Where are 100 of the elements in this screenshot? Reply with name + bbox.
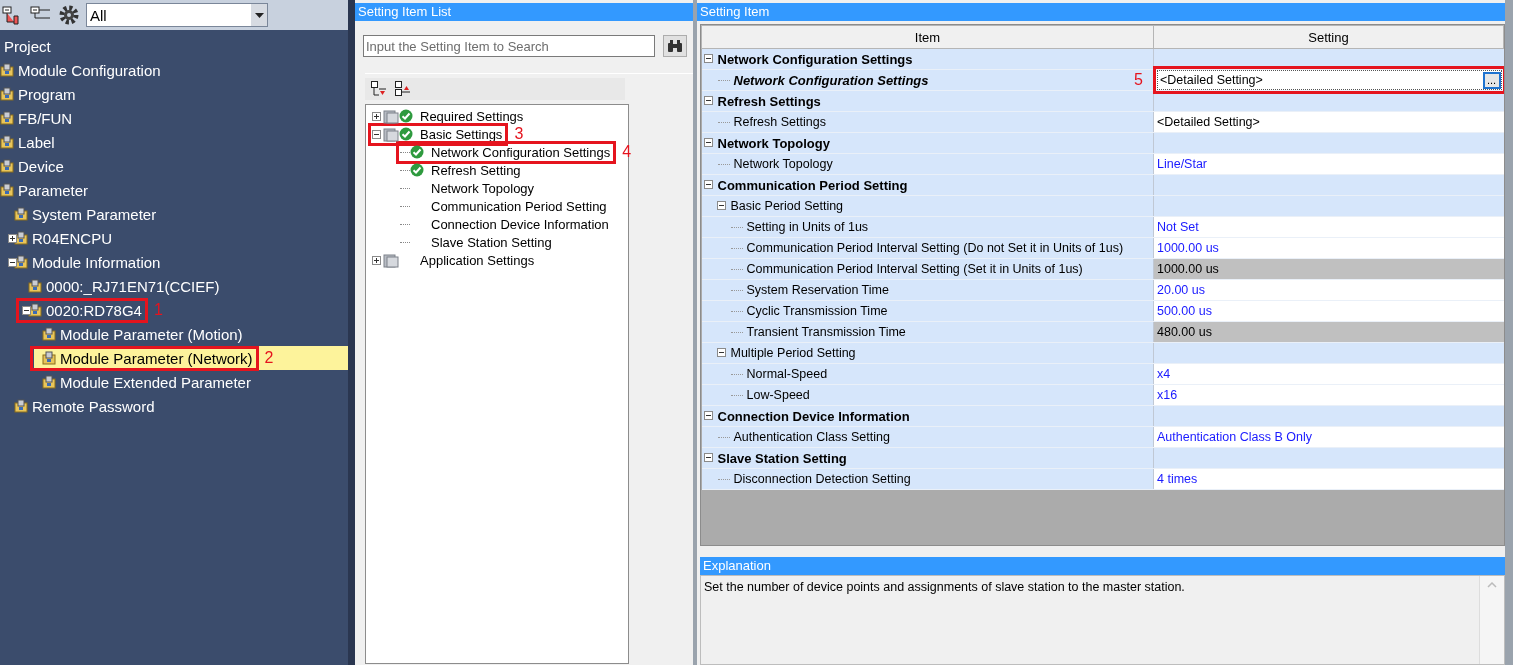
item-label: Cyclic Transmission Time	[746, 304, 888, 318]
setting-value[interactable]: 480.00 us	[1157, 325, 1212, 339]
setting-value[interactable]: Line/Star	[1157, 157, 1208, 171]
tree-item[interactable]: 0000:_RJ71EN71(CCIEF)	[44, 277, 222, 295]
tree-item[interactable]: Project	[2, 37, 53, 55]
annotation-number: 2	[264, 349, 274, 367]
collapse-icon[interactable]	[703, 96, 713, 105]
expand-icon[interactable]	[372, 255, 381, 265]
module-icon	[42, 327, 56, 341]
tree-item[interactable]: Remote Password	[30, 397, 157, 415]
tree-item[interactable]: Refresh Setting	[429, 162, 523, 178]
tree-item[interactable]: Network Configuration Settings	[429, 144, 613, 160]
module-icon	[0, 87, 14, 101]
collapse-icon[interactable]	[716, 348, 726, 357]
tree-item[interactable]: Slave Station Setting	[429, 234, 554, 250]
module-icon	[28, 279, 42, 293]
tree-item[interactable]: 0020:RD78G4	[44, 301, 144, 319]
search-field[interactable]: Input the Setting Item to Search	[363, 35, 655, 57]
tree-item[interactable]: Module Parameter (Network)	[58, 349, 255, 367]
tree-item[interactable]: R04ENCPU	[30, 229, 115, 247]
item-label: Connection Device Information	[717, 408, 910, 424]
tree-item[interactable]: FB/FUN	[16, 109, 75, 127]
binoculars-icon	[667, 39, 683, 53]
panel-title: Explanation	[700, 557, 1505, 575]
collapse-icon[interactable]	[703, 54, 713, 63]
module-icon	[14, 255, 28, 269]
tree-item[interactable]: Module Parameter (Motion)	[58, 325, 245, 343]
item-label: Refresh Settings	[717, 93, 821, 109]
filter-dropdown[interactable]: All	[86, 3, 268, 27]
setting-value[interactable]: 500.00 us	[1157, 304, 1212, 318]
panel-title: Setting Item	[697, 3, 1505, 21]
tree-item[interactable]: Connection Device Information	[429, 216, 611, 232]
setting-value[interactable]: 1000.00 us	[1157, 262, 1219, 276]
column-header: Setting	[1153, 25, 1504, 49]
settings-icon[interactable]	[58, 4, 80, 26]
expand-icon[interactable]	[8, 233, 17, 243]
module-icon	[0, 63, 14, 77]
item-label: Network Topology	[717, 135, 830, 151]
column-header: Item	[701, 25, 1154, 49]
setting-value[interactable]: 4 times	[1157, 472, 1198, 486]
explanation-text: Set the number of device points and assignments of slave station to the master station.	[704, 580, 1186, 596]
expand-all-icon[interactable]	[395, 81, 411, 97]
item-label: Authentication Class Setting	[733, 430, 890, 444]
setting-value[interactable]: <Detailed Setting>	[1157, 115, 1260, 129]
tree-item[interactable]: Application Settings	[418, 252, 537, 268]
collapse-icon[interactable]	[716, 201, 726, 210]
tree-item[interactable]: Device	[16, 157, 66, 175]
item-label: Setting in Units of 1us	[746, 220, 869, 234]
collapse-icon[interactable]	[703, 180, 713, 189]
item-label: Normal-Speed	[746, 367, 828, 381]
panel-title: Setting Item List	[355, 3, 693, 21]
setting-value[interactable]: 20.00 us	[1157, 283, 1205, 297]
tree-item[interactable]: Parameter	[16, 181, 91, 199]
tree-item[interactable]: Program	[16, 85, 78, 103]
item-label: Basic Period Setting	[730, 199, 844, 213]
annotation-number: 1	[153, 301, 163, 319]
tree-item[interactable]: Communication Period Setting	[429, 198, 609, 214]
module-icon	[14, 231, 28, 245]
item-label: Multiple Period Setting	[730, 346, 856, 360]
module-icon	[42, 375, 56, 389]
item-label: Disconnection Detection Setting	[733, 472, 911, 486]
folder-icon	[383, 252, 399, 268]
setting-value[interactable]: 1000.00 us	[1157, 241, 1219, 255]
setting-value[interactable]: x4	[1157, 367, 1171, 381]
collapse-icon[interactable]	[372, 129, 381, 139]
collapse-icon[interactable]	[703, 453, 713, 462]
module-icon	[0, 111, 14, 125]
tree-item[interactable]: Required Settings	[418, 108, 526, 124]
module-icon	[0, 159, 14, 173]
collapse-icon[interactable]	[22, 305, 31, 315]
item-label: Network Topology	[733, 157, 833, 171]
collapse-icon[interactable]	[703, 411, 713, 420]
collapse-icon[interactable]	[703, 138, 713, 147]
item-label: System Reservation Time	[746, 283, 889, 297]
item-label: Low-Speed	[746, 388, 810, 402]
module-icon	[28, 303, 42, 317]
collapse-all-icon[interactable]	[371, 81, 387, 97]
folder-icon	[383, 126, 399, 142]
setting-value[interactable]: Not Set	[1157, 220, 1199, 234]
tree-item[interactable]: System Parameter	[30, 205, 159, 223]
item-label: Slave Station Setting	[717, 450, 847, 466]
setting-value[interactable]: x16	[1157, 388, 1178, 402]
annotation-number: 4	[622, 143, 632, 161]
tree-item[interactable]: Module Configuration	[16, 61, 163, 79]
check-icon	[410, 163, 424, 177]
tree-item[interactable]: Label	[16, 133, 57, 151]
dropdown-arrow-icon	[254, 12, 264, 18]
browse-button[interactable]: ...	[1482, 71, 1501, 89]
check-icon	[399, 127, 413, 141]
tree-item[interactable]: Module Information	[30, 253, 163, 271]
search-button[interactable]	[663, 35, 687, 57]
tree-item[interactable]: Module Extended Parameter	[58, 373, 253, 391]
expand-icon[interactable]	[372, 111, 381, 121]
tree-item[interactable]: Network Topology	[429, 180, 537, 196]
collapse-icon[interactable]	[8, 257, 17, 267]
annotation-number: 3	[514, 125, 524, 143]
module-icon	[14, 207, 28, 221]
module-icon	[14, 399, 28, 413]
item-label: Communication Period Setting	[717, 177, 908, 193]
tree-item[interactable]: Basic Settings	[418, 126, 505, 142]
